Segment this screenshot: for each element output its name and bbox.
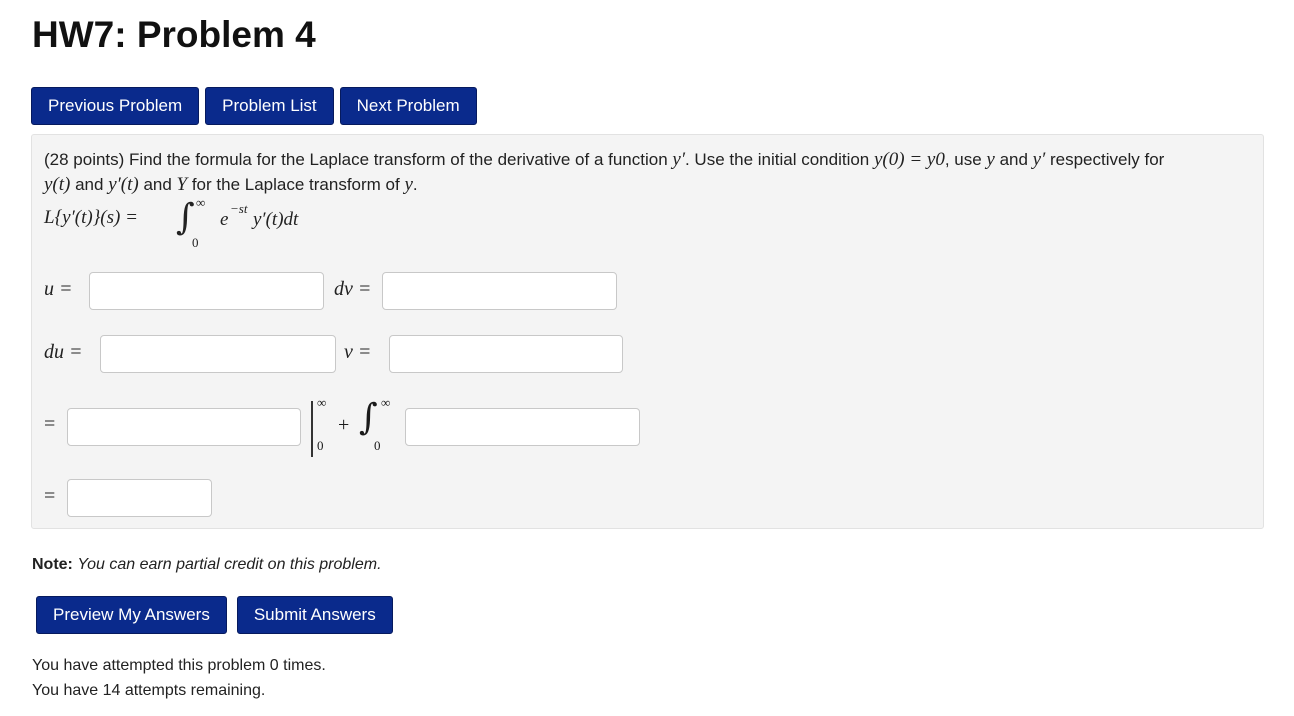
math-y: y xyxy=(986,149,995,170)
u-input[interactable] xyxy=(89,272,324,310)
du-label: du = xyxy=(44,341,83,363)
answer-actions: Preview My Answers Submit Answers xyxy=(36,596,393,634)
integral-sign-2-icon: ∫ xyxy=(359,397,378,438)
preview-answers-button[interactable]: Preview My Answers xyxy=(36,596,227,634)
partial-credit-note: Note: You can earn partial credit on thi… xyxy=(32,556,382,574)
integral-2-upper-limit: ∞ xyxy=(381,395,391,410)
math-yprime-2: y′ xyxy=(1032,149,1046,170)
evaluated-term-input[interactable] xyxy=(67,408,301,446)
note-text: You can earn partial credit on this prob… xyxy=(77,556,382,573)
v-label: v = xyxy=(344,341,372,363)
integrand-exponent: −st xyxy=(230,201,248,216)
problem-navigation: Previous Problem Problem List Next Probl… xyxy=(31,87,477,125)
math-Y: Y xyxy=(176,174,188,195)
note-label: Note: xyxy=(32,556,73,573)
submit-answers-button[interactable]: Submit Answers xyxy=(236,596,393,634)
formula-lhs: L{y′(t)}(s) = xyxy=(44,207,138,228)
problem-list-button[interactable]: Problem List xyxy=(205,87,334,125)
statement-part4: respectively for xyxy=(1045,150,1165,169)
dv-input[interactable] xyxy=(382,272,617,310)
statement-and3: and xyxy=(138,175,177,194)
u-label: u = xyxy=(44,278,73,300)
integral-lower-limit: 0 xyxy=(192,235,199,250)
eval-lower-limit: 0 xyxy=(317,438,324,453)
eval-upper-limit: ∞ xyxy=(317,395,327,410)
statement-part2: . Use the initial condition xyxy=(684,150,874,169)
page-title: HW7: Problem 4 xyxy=(32,14,316,55)
evaluation-bar xyxy=(311,401,313,457)
statement-part3: , use xyxy=(944,150,987,169)
math-yprime: y′ xyxy=(672,149,685,170)
dv-label: dv = xyxy=(334,278,372,300)
attempts-text: You have attempted this problem 0 times. xyxy=(32,657,326,674)
next-problem-button[interactable]: Next Problem xyxy=(339,87,477,125)
attempt-status: You have attempted this problem 0 times.… xyxy=(32,653,326,703)
problem-body: (28 points) Find the formula for the Lap… xyxy=(31,134,1264,529)
integrand-e: e xyxy=(220,209,229,230)
equals-label-1: = xyxy=(44,413,56,435)
math-yt: y(t) xyxy=(44,174,71,195)
math-y-2: y xyxy=(404,174,413,195)
final-answer-input[interactable] xyxy=(67,479,212,517)
plus-sign: + xyxy=(338,414,350,436)
integral-upper-limit: ∞ xyxy=(196,195,206,210)
math-ypt: y′(t) xyxy=(108,174,139,195)
statement-and1: and xyxy=(994,150,1033,169)
integral-term-input[interactable] xyxy=(405,408,640,446)
integrand-rest: y′(t)dt xyxy=(253,209,299,230)
du-input[interactable] xyxy=(100,335,336,373)
statement-and2: and xyxy=(70,175,109,194)
statement-part5: for the Laplace transform of xyxy=(187,175,405,194)
statement-period: . xyxy=(412,175,418,194)
math-initial-condition: y(0) = y0 xyxy=(873,149,945,170)
previous-problem-button[interactable]: Previous Problem xyxy=(31,87,200,125)
statement-intro: (28 points) Find the formula for the Lap… xyxy=(44,150,673,169)
remaining-text: You have 14 attempts remaining. xyxy=(32,682,266,699)
integral-2-lower-limit: 0 xyxy=(374,438,381,453)
problem-statement: (28 points) Find the formula for the Lap… xyxy=(44,147,1249,197)
equals-label-2: = xyxy=(44,485,56,507)
integral-sign-icon: ∫ xyxy=(176,197,195,238)
v-input[interactable] xyxy=(389,335,623,373)
